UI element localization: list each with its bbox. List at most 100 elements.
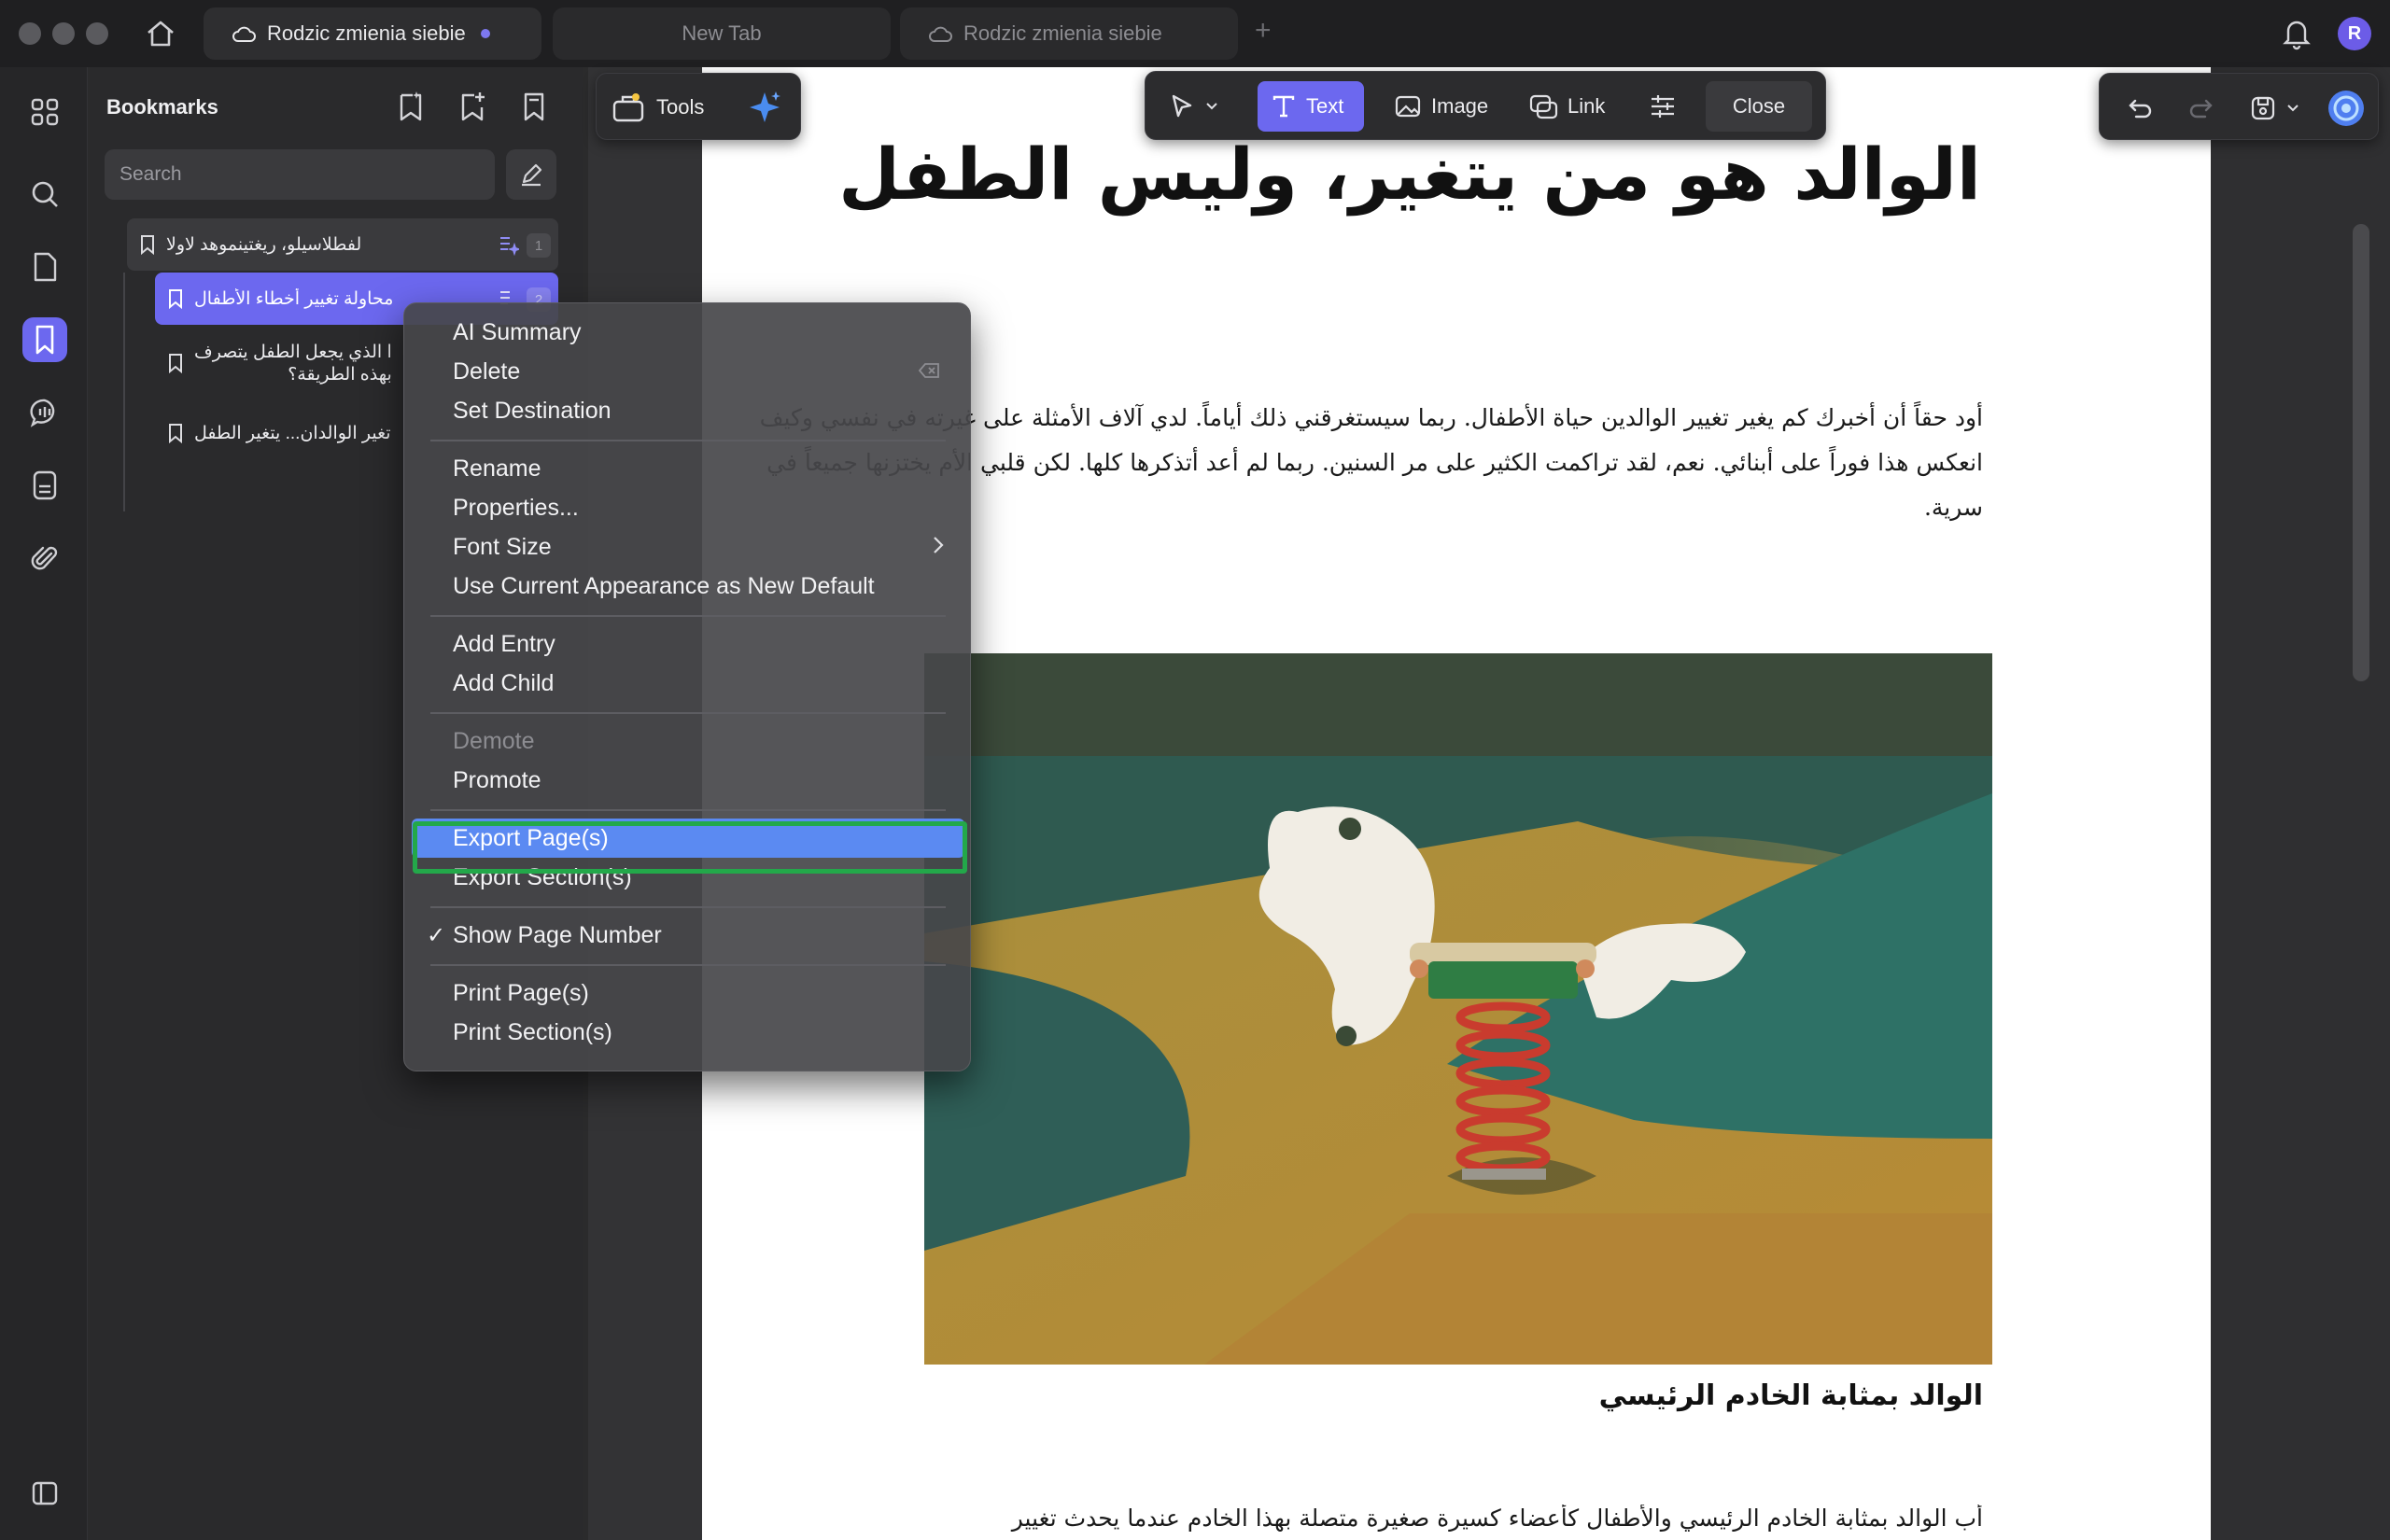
menu-item-ai-summary[interactable]: AI Summary xyxy=(412,313,964,352)
save-button[interactable] xyxy=(2242,83,2316,133)
grid-icon xyxy=(31,98,59,126)
add-bookmark-button[interactable] xyxy=(392,88,429,125)
menu-item-delete[interactable]: Delete xyxy=(412,352,964,391)
toolbox-icon xyxy=(612,93,644,122)
menu-separator xyxy=(430,440,946,441)
bookmarks-rail-button[interactable] xyxy=(22,317,67,362)
close-edit-button[interactable]: Close xyxy=(1706,81,1812,132)
new-tab-button[interactable]: + xyxy=(1255,15,1272,47)
search-rail-button[interactable] xyxy=(22,172,67,217)
close-window-button[interactable] xyxy=(19,22,41,45)
bell-icon xyxy=(2283,21,2311,50)
tools-button[interactable]: Tools xyxy=(612,87,704,128)
menu-item-properties[interactable]: Properties... xyxy=(412,488,964,527)
menu-item-label: Delete xyxy=(453,357,521,385)
ai-chat-button[interactable] xyxy=(2324,83,2369,133)
home-icon xyxy=(148,21,174,47)
home-button[interactable] xyxy=(140,15,181,52)
tools-toolbar: Tools xyxy=(596,73,801,140)
edit-bookmarks-button[interactable] xyxy=(506,149,556,200)
menu-item-set-destination[interactable]: Set Destination xyxy=(412,391,964,430)
left-icon-rail xyxy=(0,67,88,1540)
bookmark-options-button[interactable] xyxy=(515,88,553,125)
notifications-button[interactable] xyxy=(2280,15,2317,52)
menu-item-label: Print Page(s) xyxy=(453,979,589,1006)
tab-label: New Tab xyxy=(682,21,762,45)
link-tool-label: Link xyxy=(1568,94,1606,118)
menu-item-promote[interactable]: Promote xyxy=(412,761,964,800)
redo-icon xyxy=(2189,99,2213,119)
page-number-badge: 1 xyxy=(527,233,551,258)
menu-separator xyxy=(430,809,946,811)
menu-item-label: Set Destination xyxy=(453,397,612,424)
image-tool-button[interactable]: Image xyxy=(1385,81,1497,132)
thumbnails-button[interactable] xyxy=(22,90,67,134)
tab-new-tab[interactable]: New Tab xyxy=(553,7,891,60)
sliders-icon xyxy=(1652,95,1674,118)
link-tool-button[interactable]: Link xyxy=(1519,81,1618,132)
bookmark-label: محاولة تغيير أخطاء الأطفال xyxy=(194,288,394,309)
add-child-bookmark-button[interactable] xyxy=(454,88,491,125)
select-tool-button[interactable] xyxy=(1159,81,1233,132)
image-icon xyxy=(1395,95,1421,118)
menu-item-add-entry[interactable]: Add Entry xyxy=(412,624,964,664)
avatar[interactable]: R xyxy=(2338,17,2371,50)
chevron-down-icon xyxy=(2287,105,2299,112)
tab-document[interactable]: Rodzic zmienia siebie xyxy=(900,7,1238,60)
collapse-sidebar-button[interactable] xyxy=(22,1471,67,1516)
chevron-down-icon xyxy=(1206,103,1217,110)
panel-title: Bookmarks xyxy=(106,95,218,119)
minimize-window-button[interactable] xyxy=(52,22,75,45)
close-label: Close xyxy=(1732,94,1786,118)
annotation-highlight-box xyxy=(413,821,967,874)
menu-item-print-pages[interactable]: Print Page(s) xyxy=(412,973,964,1013)
sparkle-icon xyxy=(750,91,780,122)
page-icon xyxy=(34,252,57,282)
zoom-window-button[interactable] xyxy=(86,22,108,45)
bookmark-item[interactable]: لفطلاسيلو، ريغتينموهد لاولا 1 xyxy=(127,218,558,271)
attachments-panel-button[interactable] xyxy=(22,463,67,508)
menu-separator xyxy=(430,964,946,966)
page-heading: الوالد هو من يتغير، وليس الطفل xyxy=(838,133,1981,216)
redo-button[interactable] xyxy=(2180,83,2221,133)
bookmark-icon xyxy=(136,234,159,255)
text-tool-label: Text xyxy=(1306,94,1344,118)
bookmark-search-input[interactable] xyxy=(105,149,495,200)
undo-button[interactable] xyxy=(2120,83,2161,133)
menu-item-label: Promote xyxy=(453,766,541,793)
menu-item-use-current-appearance[interactable]: Use Current Appearance as New Default xyxy=(412,567,964,606)
menu-item-print-sections[interactable]: Print Section(s) xyxy=(412,1013,964,1052)
unsaved-dot-icon xyxy=(480,29,490,38)
tree-guide xyxy=(123,273,125,511)
attachment-button[interactable] xyxy=(22,536,67,581)
cursor-icon xyxy=(1172,94,1192,118)
menu-item-demote: Demote xyxy=(412,721,964,761)
bookmark-plus-icon xyxy=(461,92,485,121)
vertical-scrollbar[interactable] xyxy=(2353,224,2369,681)
menu-separator xyxy=(430,615,946,617)
menu-item-label: Show Page Number xyxy=(453,921,662,948)
text-tool-button[interactable]: Text xyxy=(1258,81,1364,132)
menu-item-add-child[interactable]: Add Child xyxy=(412,664,964,703)
tab-document-active[interactable]: Rodzic zmienia siebie xyxy=(204,7,541,60)
properties-button[interactable] xyxy=(1635,81,1691,132)
menu-item-show-page-number[interactable]: ✓ Show Page Number xyxy=(412,916,964,955)
menu-item-label: Add Child xyxy=(453,669,555,696)
search-icon xyxy=(32,181,58,207)
image-tool-label: Image xyxy=(1431,94,1489,118)
ai-assistant-button[interactable] xyxy=(746,89,783,126)
bookmark-icon xyxy=(35,325,54,355)
text-icon xyxy=(1272,95,1295,118)
menu-item-label: Font Size xyxy=(453,533,552,560)
menu-item-label: Rename xyxy=(453,455,541,482)
menu-item-rename[interactable]: Rename xyxy=(412,449,964,488)
comment-icon xyxy=(30,399,55,427)
pencil-icon xyxy=(522,163,542,187)
menu-item-font-size[interactable]: Font Size xyxy=(412,527,964,567)
pages-button[interactable] xyxy=(22,245,67,289)
comments-button[interactable] xyxy=(22,390,67,435)
menu-separator xyxy=(430,712,946,714)
playground-photo[interactable] xyxy=(924,653,1992,1365)
bookmark-context-menu: AI Summary Delete Set Destination Rename… xyxy=(403,302,971,1071)
bookmark-label: تغير الوالدان... يتغير الطفل xyxy=(194,423,391,443)
